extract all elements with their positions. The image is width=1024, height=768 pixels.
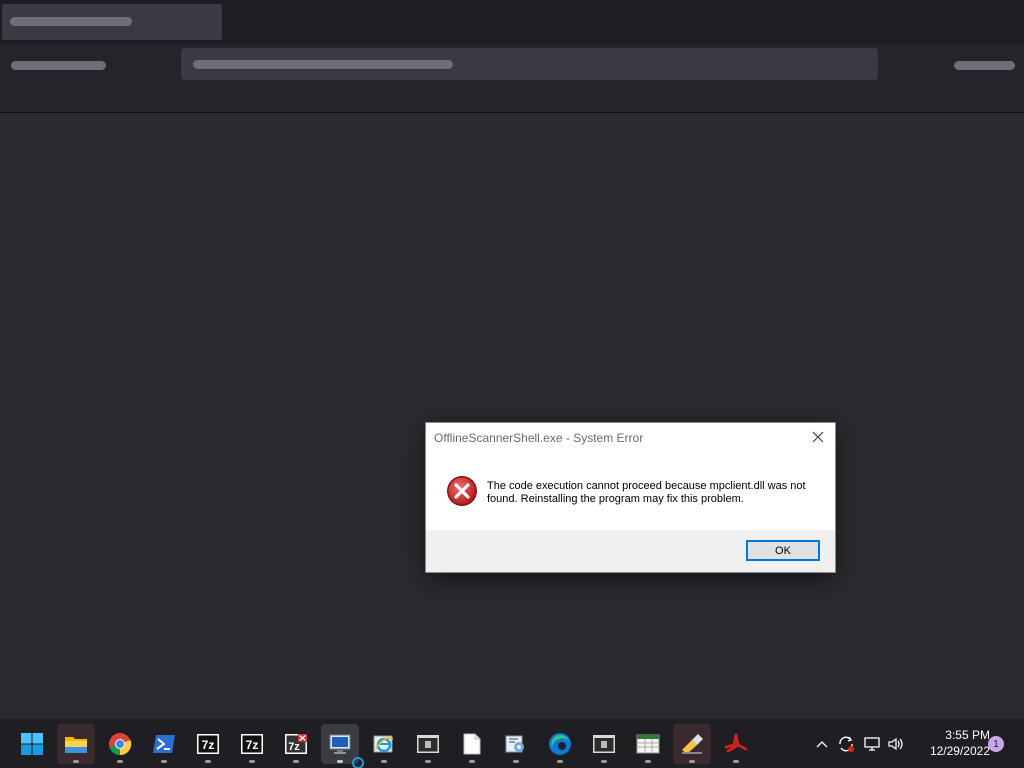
taskbar-paint[interactable] — [673, 724, 711, 764]
sync-icon — [839, 736, 854, 752]
paint-icon — [682, 734, 703, 754]
settings-icon — [505, 735, 524, 753]
running-indicator — [645, 760, 651, 763]
document-icon — [463, 733, 481, 755]
error-icon — [447, 476, 477, 506]
running-indicator — [205, 760, 211, 763]
chevron-up-icon — [816, 740, 828, 747]
background-app-tab[interactable] — [2, 4, 222, 40]
running-indicator — [513, 760, 519, 763]
chrome-icon — [109, 733, 132, 756]
background-app-toolbar — [0, 44, 1024, 113]
show-hidden-icons-button[interactable] — [812, 734, 832, 754]
close-button[interactable] — [807, 427, 829, 447]
running-indicator — [689, 760, 695, 763]
app-window-icon — [417, 735, 439, 753]
taskbar-7zip-2[interactable]: 7z — [233, 724, 271, 764]
network-icon — [864, 736, 880, 751]
running-indicator — [117, 760, 123, 763]
spreadsheet-icon — [636, 734, 660, 754]
ok-button[interactable]: OK — [746, 540, 820, 561]
app-window-icon — [593, 735, 615, 753]
network-button[interactable] — [862, 734, 882, 754]
folder-icon — [65, 737, 87, 753]
redacted-address-text — [193, 60, 453, 69]
taskbar-internet-explorer[interactable] — [365, 724, 403, 764]
background-app-content — [0, 113, 1024, 719]
running-indicator — [337, 760, 343, 763]
clock-time: 3:55 PM — [945, 728, 990, 742]
acrobat-icon — [724, 733, 748, 753]
system-tray — [812, 719, 906, 768]
mouse-cursor-icon — [352, 757, 364, 768]
taskbar-7zip-x[interactable]: 7z — [277, 724, 315, 764]
taskbar-chrome[interactable] — [101, 724, 139, 764]
running-indicator — [161, 760, 167, 763]
volume-icon — [888, 737, 903, 750]
taskbar-edge[interactable] — [541, 724, 579, 764]
powershell-icon — [153, 735, 175, 753]
taskbar-notepad[interactable] — [453, 724, 491, 764]
ie-icon — [373, 735, 394, 753]
taskbar-app-window-2[interactable] — [585, 724, 623, 764]
taskbar-7zip[interactable]: 7z — [189, 724, 227, 764]
address-bar[interactable] — [181, 48, 878, 80]
edge-icon — [549, 733, 571, 755]
running-indicator — [425, 760, 431, 763]
running-indicator — [601, 760, 607, 763]
running-indicator — [381, 760, 387, 763]
taskbar-control-panel[interactable] — [497, 724, 535, 764]
7zip-icon: 7z — [241, 734, 263, 754]
7zip-icon: 7z — [197, 734, 219, 754]
background-app-titlebar — [0, 0, 1024, 44]
running-indicator — [557, 760, 563, 763]
screen: OfflineScannerShell.exe - System Error T… — [0, 0, 1024, 768]
redacted-toolbar-text — [11, 61, 106, 70]
taskbar-file-explorer[interactable] — [57, 724, 95, 764]
running-indicator — [249, 760, 255, 763]
start-button[interactable] — [13, 724, 51, 764]
dialog-title: OfflineScannerShell.exe - System Error — [434, 431, 644, 445]
close-icon — [812, 431, 824, 443]
svg-text:7z: 7z — [288, 741, 300, 753]
redacted-toolbar-text-right — [954, 61, 1015, 70]
notification-badge[interactable]: 1 — [988, 736, 1004, 752]
taskbar-clock[interactable]: 3:55 PM 12/29/2022 — [912, 727, 990, 759]
error-dialog: OfflineScannerShell.exe - System Error T… — [425, 422, 836, 573]
taskbar-app-window-1[interactable] — [409, 724, 447, 764]
7zip-delete-icon: 7z — [285, 734, 307, 754]
taskbar-powershell[interactable] — [145, 724, 183, 764]
running-indicator — [469, 760, 475, 763]
svg-text:7z: 7z — [202, 738, 215, 752]
taskbar-spreadsheet[interactable] — [629, 724, 667, 764]
error-message: The code execution cannot proceed becaus… — [487, 480, 806, 505]
redacted-tab-title — [10, 17, 132, 26]
running-indicator — [73, 760, 79, 763]
running-indicator — [733, 760, 739, 763]
taskbar-pdf-tool[interactable] — [717, 724, 755, 764]
sync-status-button[interactable] — [836, 734, 856, 754]
volume-button[interactable] — [886, 734, 906, 754]
windows-start-icon — [21, 733, 43, 755]
svg-text:7z: 7z — [246, 738, 259, 752]
dialog-footer: OK — [426, 530, 835, 572]
running-indicator — [293, 760, 299, 763]
monitor-icon — [329, 734, 351, 754]
clock-date: 12/29/2022 — [929, 744, 990, 758]
